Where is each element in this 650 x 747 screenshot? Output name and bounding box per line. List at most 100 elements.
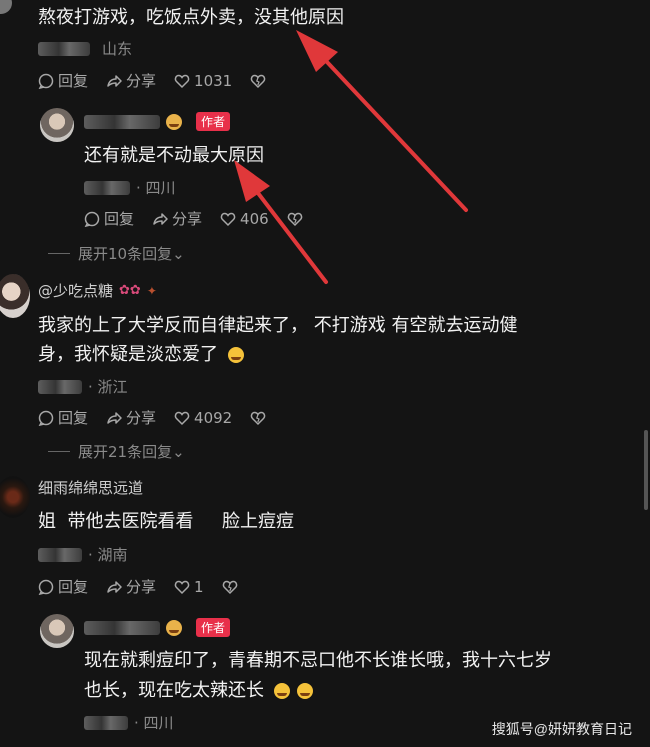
action-bar: 回复 分享 4092 — [38, 407, 284, 428]
share-icon — [107, 580, 122, 593]
dislike-button[interactable] — [287, 211, 303, 227]
share-button[interactable]: 分享 — [152, 208, 202, 229]
comment-text-line2: 也长，现在吃太辣还长 — [84, 675, 314, 707]
reply-button[interactable]: 回复 — [84, 208, 134, 229]
avatar[interactable] — [0, 476, 30, 518]
comment-text-line1: 我家的上了大学反而自律起来了， 不打游戏 有空就去运动健 — [38, 315, 518, 336]
share-label: 分享 — [126, 578, 157, 596]
blurred-time — [84, 715, 128, 730]
share-button[interactable]: 分享 — [106, 576, 156, 597]
reply-label: 回复 — [104, 210, 135, 228]
blurred-username — [84, 620, 160, 635]
author-name-row: 作者 — [84, 618, 231, 637]
divider — [48, 451, 70, 452]
author-badge: 作者 — [196, 112, 231, 131]
comment-text-line1: 现在就剩痘印了，青春期不忌口他不长谁长哦，我十六七岁 — [84, 650, 552, 671]
paw-icon: ✦ — [146, 283, 157, 298]
comment-text: 熬夜打游戏，吃饭点外卖，没其他原因 — [38, 7, 344, 28]
comment-meta: · 四川 — [84, 712, 174, 733]
arrow-to-comment-1 — [296, 30, 468, 212]
like-button[interactable]: 1 — [174, 578, 204, 596]
author-name-row: 作者 — [84, 112, 231, 131]
avatar[interactable] — [0, 0, 12, 14]
like-count: 1031 — [194, 71, 233, 90]
username-row: @少吃点糖 ✿✿ ✦ — [38, 280, 157, 301]
scrollbar[interactable] — [644, 430, 648, 510]
like-button[interactable]: 1031 — [174, 72, 232, 90]
location: · 四川 — [136, 179, 176, 197]
emoji-icon — [166, 113, 182, 130]
comment-text: 姐 带他去医院看看 脸上痘痘 — [38, 511, 295, 532]
username[interactable]: 细雨绵绵思远道 — [38, 477, 143, 498]
reply-label: 回复 — [58, 578, 89, 596]
reply-label: 回复 — [58, 409, 89, 427]
broken-heart-icon — [222, 580, 237, 594]
comment-text-line2: 身，我怀疑是淡恋爱了 — [38, 339, 244, 371]
share-icon — [107, 411, 122, 424]
reply-label: 回复 — [58, 72, 89, 90]
divider — [48, 253, 70, 254]
laughing-crying-emoji-icon — [297, 683, 314, 699]
broken-heart-icon — [250, 411, 266, 425]
share-label: 分享 — [126, 409, 157, 427]
heart-icon — [174, 74, 190, 88]
broken-heart-icon — [250, 74, 266, 88]
comment-icon — [38, 579, 54, 595]
comment-icon — [38, 410, 54, 426]
dislike-button[interactable] — [250, 73, 266, 89]
share-label: 分享 — [126, 72, 157, 90]
blurred-time — [38, 41, 90, 56]
username-row: 细雨绵绵思远道 — [38, 477, 143, 498]
comment-meta: 山东 — [38, 38, 132, 59]
comment-text: 也长，现在吃太辣还长 — [84, 680, 264, 701]
like-button[interactable]: 4092 — [174, 409, 232, 427]
comment-icon — [38, 73, 54, 89]
laughing-crying-emoji-icon — [273, 683, 290, 699]
location: 山东 — [102, 40, 133, 58]
share-label: 分享 — [172, 210, 203, 228]
emoji-icon — [166, 619, 182, 636]
reply-button[interactable]: 回复 — [38, 407, 88, 428]
like-count: 406 — [240, 209, 269, 228]
blurred-username — [84, 114, 160, 129]
location: · 浙江 — [88, 378, 128, 396]
dislike-button[interactable] — [222, 579, 238, 595]
dislike-button[interactable] — [250, 410, 266, 426]
share-button[interactable]: 分享 — [106, 70, 156, 91]
chevron-down-icon: ⌄ — [172, 442, 185, 461]
expand-replies-button[interactable]: 展开10条回复 ⌄ — [48, 243, 185, 264]
username[interactable]: @少吃点糖 — [38, 280, 113, 301]
share-icon — [153, 212, 168, 225]
like-button[interactable]: 406 — [220, 210, 269, 228]
comment-meta: · 湖南 — [38, 544, 128, 565]
author-badge: 作者 — [196, 618, 231, 637]
blurred-time — [84, 180, 130, 195]
blurred-time — [38, 547, 82, 562]
broken-heart-icon — [287, 212, 302, 226]
reply-button[interactable]: 回复 — [38, 576, 88, 597]
heart-icon — [220, 212, 236, 226]
expand-replies-button[interactable]: 展开21条回复 ⌄ — [48, 441, 185, 462]
location: · 湖南 — [88, 546, 128, 564]
avatar[interactable] — [0, 274, 30, 318]
expand-label: 展开21条回复 — [78, 443, 173, 461]
reply-button[interactable]: 回复 — [38, 70, 88, 91]
share-icon — [107, 74, 122, 87]
comment-meta: · 四川 — [84, 177, 176, 198]
location: · 四川 — [134, 714, 174, 732]
watermark: 搜狐号@妍妍教育日记 — [491, 721, 632, 737]
comment-text: 还有就是不动最大原因 — [84, 145, 264, 166]
candy-icon: ✿✿ — [119, 283, 141, 298]
blurred-time — [38, 379, 82, 394]
author-avatar[interactable] — [40, 108, 74, 142]
comment-meta: · 浙江 — [38, 376, 128, 397]
action-bar: 回复 分享 406 — [84, 208, 321, 229]
comment-text: 身，我怀疑是淡恋爱了 — [38, 344, 218, 365]
like-count: 1 — [194, 577, 204, 596]
laughing-crying-emoji-icon — [227, 347, 244, 363]
action-bar: 回复 分享 1031 — [38, 70, 284, 91]
comment-icon — [84, 211, 100, 227]
chevron-down-icon: ⌄ — [172, 244, 185, 263]
author-avatar[interactable] — [40, 614, 74, 648]
share-button[interactable]: 分享 — [106, 407, 156, 428]
